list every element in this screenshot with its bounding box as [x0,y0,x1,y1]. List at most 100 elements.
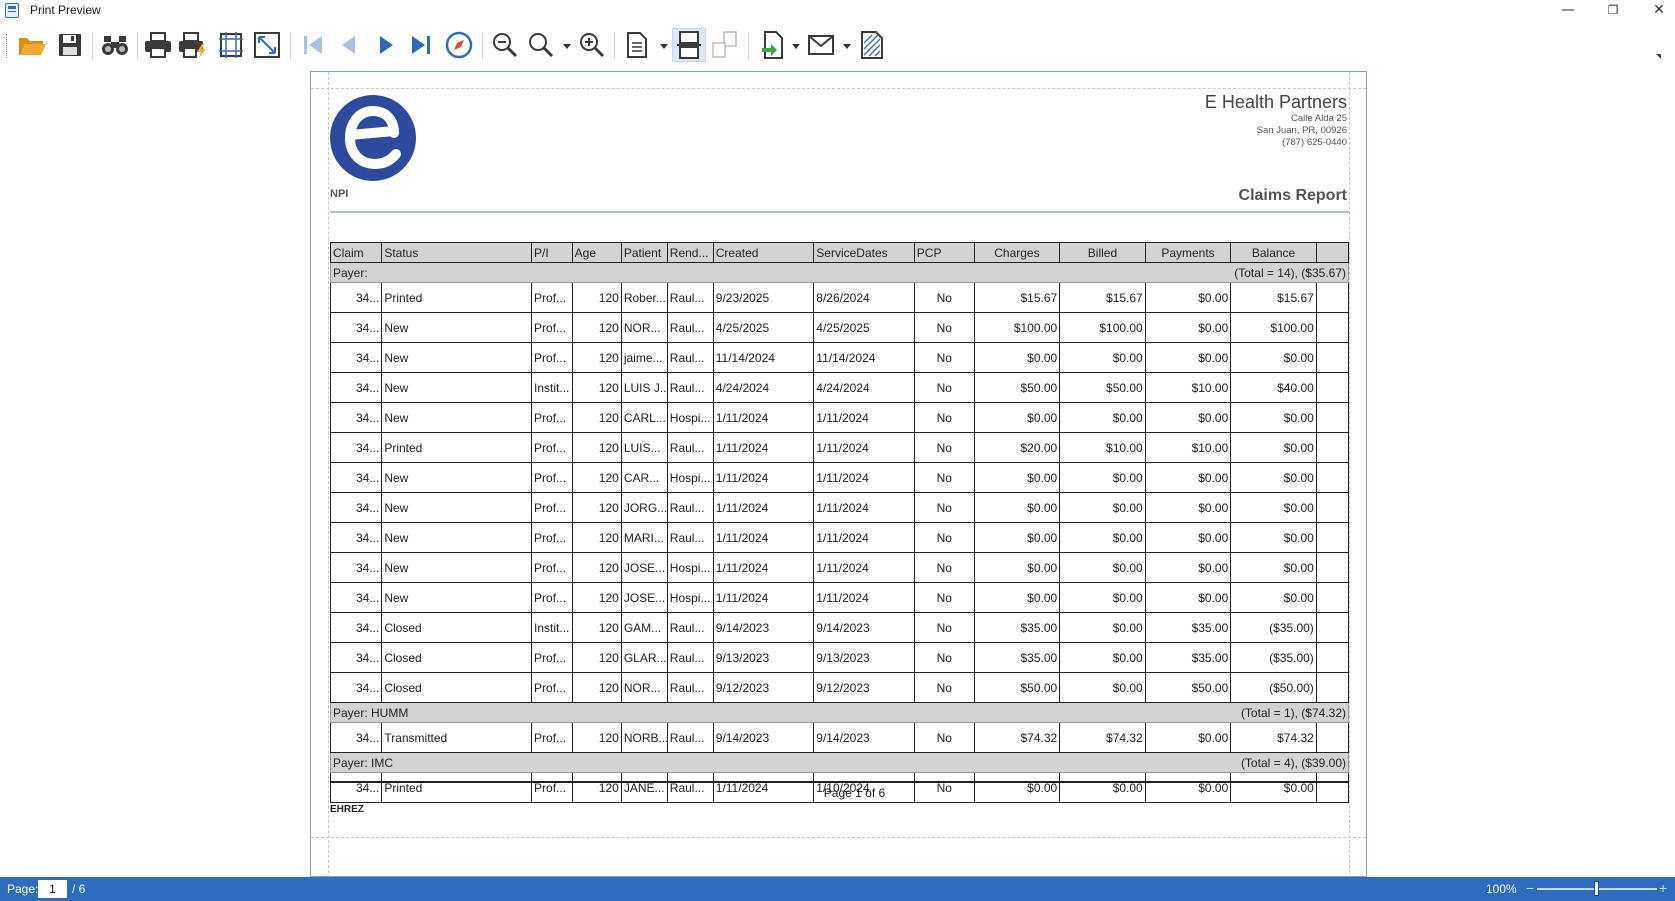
table-cell: 120 [571,432,622,463]
table-cell: Raul... [666,522,714,553]
open-button[interactable] [15,28,49,62]
group-header-row: Payer: (Total = 14), ($35.67) [330,262,1349,283]
table-cell: No [913,312,975,343]
save-icon [59,34,81,56]
zoom-in-button[interactable] [575,28,609,62]
multiple-pages-button[interactable] [672,28,706,62]
table-cell: $0.00 [1059,342,1146,373]
table-row: 34... New Prof... 120 CAR... Hospi... 1/11/202… [329,462,1350,493]
column-header: Charges [973,242,1061,263]
footer-user: EHREZ [330,804,364,815]
send-email-dropdown-arrow[interactable] [843,44,851,49]
table-cell: 34... [329,432,383,463]
quick-print-icon [179,32,206,58]
table-cell: 120 [571,552,622,583]
table-row: 34... Closed Prof... 120 NOR... Raul... 9/12/2… [329,672,1350,703]
table-cell: $0.00 [1144,342,1232,373]
export-dropdown-arrow[interactable] [792,44,800,49]
zoom-button[interactable] [524,28,558,62]
table-cell: 120 [571,582,622,613]
table-cell: $50.00 [1059,372,1146,403]
table-cell: $0.00 [1059,492,1146,523]
table-cell: Raul... [666,672,714,703]
table-cell: $10.00 [1144,372,1232,403]
send-email-button[interactable] [804,28,838,62]
table-cell-spacer [1315,722,1350,753]
last-page-button[interactable] [404,28,438,62]
minimize-button[interactable]: — [1545,0,1591,22]
table-cell: 9/14/2023 [712,612,815,643]
zoom-out-icon [493,33,518,58]
restore-button[interactable]: ❐ [1590,0,1636,22]
scale-button[interactable] [250,28,284,62]
toolbar-overflow-icon[interactable] [1656,54,1661,59]
table-cell: JOSE... [620,582,668,613]
table-cell: 120 [571,492,622,523]
previous-page-button[interactable] [332,28,366,62]
table-cell: $0.00 [1230,552,1317,583]
export-button[interactable] [756,28,790,62]
table-cell: 1/11/2024 [813,582,915,613]
table-cell: $0.00 [1059,582,1146,613]
table-cell: 11/14/2024 [712,342,815,373]
table-cell: $15.67 [973,282,1061,313]
table-cell: 9/13/2023 [813,642,915,673]
navigation-icon [445,31,473,59]
zoom-out-button[interactable] [488,28,522,62]
group-header: Payer: (Total = 14), ($35.67) [330,262,1349,283]
table-cell: 34... [329,552,383,583]
table-cell: Prof... [531,402,573,433]
table-cell: No [913,462,975,493]
table-cell: 120 [571,312,622,343]
title-divider [330,211,1349,213]
table-cell: LUIS J... [620,372,668,403]
table-cell: 1/11/2024 [813,402,915,433]
current-page-input[interactable] [38,880,67,898]
table-cell: Prof... [531,582,573,613]
table-cell-spacer [1315,552,1350,583]
table-cell: 1/11/2024 [712,432,815,463]
table-cell: GLAR... [620,642,668,673]
navigation-button[interactable] [442,28,476,62]
page-count: Page 1 of 6 [823,786,886,800]
print-preview-app-icon [5,3,19,18]
group-label: Payer: HUMM [333,705,409,720]
window-title: Print Preview [30,3,101,17]
find-button[interactable] [98,28,132,62]
close-button[interactable]: ✕ [1636,0,1675,22]
zoom-out-step-icon[interactable]: − [1526,880,1534,896]
zoom-slider-thumb[interactable] [1594,881,1599,896]
company-address-line2: San Juan, PR, 00926 [1256,125,1347,136]
table-cell: 34... [329,582,383,613]
next-page-button[interactable] [369,28,403,62]
table-cell: Printed [381,282,533,313]
page-layout-dropdown-arrow[interactable] [660,44,668,49]
group-label: Payer: IMC [333,755,394,770]
print-button[interactable] [141,28,175,62]
table-cell: Raul... [666,312,714,343]
table-cell: CARL... [620,402,668,433]
save-button[interactable] [53,28,87,62]
table-cell: 1/11/2024 [813,522,915,553]
table-cell: No [913,642,975,673]
table-cell: Closed [381,642,533,673]
first-page-button[interactable] [296,28,330,62]
table-cell: ($50.00) [1230,672,1317,703]
table-cell: $35.00 [1144,612,1232,643]
table-cell: Hospi... [666,462,714,493]
continuous-button[interactable] [708,28,742,62]
table-cell: jaime... [620,342,668,373]
page-setup-button[interactable] [214,28,248,62]
watermark-button[interactable] [855,28,889,62]
quick-print-button[interactable] [176,28,210,62]
column-header: Balance [1230,242,1317,263]
table-cell: 34... [329,402,383,433]
table-cell: 1/11/2024 [813,432,915,463]
toolbar-grip[interactable] [6,34,9,58]
table-cell: 1/11/2024 [813,492,915,523]
zoom-in-step-icon[interactable]: + [1659,880,1667,896]
table-cell-spacer [1315,642,1350,673]
zoom-dropdown-arrow[interactable] [563,44,571,49]
page-layout-button[interactable] [620,28,654,62]
footer-divider [330,781,1349,783]
